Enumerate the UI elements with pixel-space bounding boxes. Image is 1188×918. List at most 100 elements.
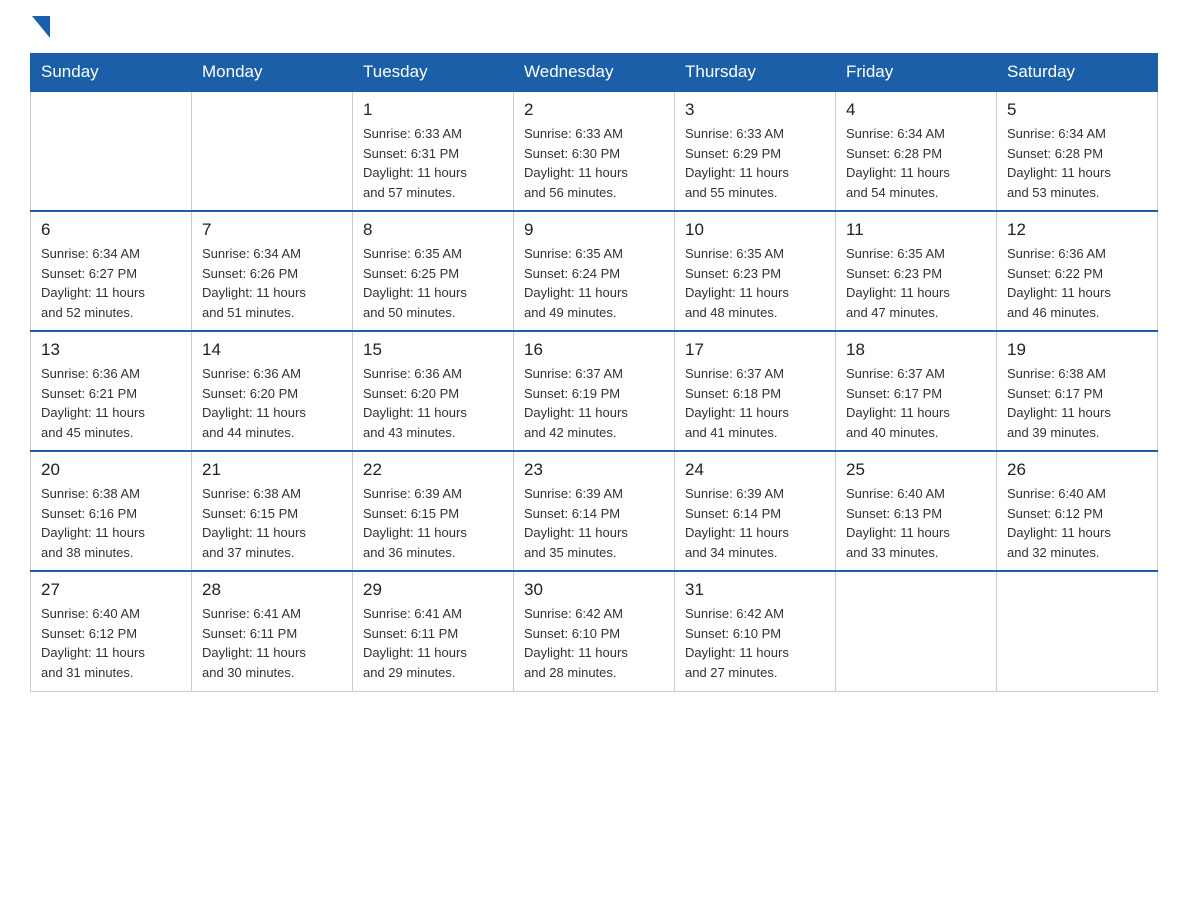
- day-info: Sunrise: 6:33 AM Sunset: 6:30 PM Dayligh…: [524, 124, 664, 202]
- logo: [30, 20, 50, 43]
- day-info: Sunrise: 6:39 AM Sunset: 6:14 PM Dayligh…: [524, 484, 664, 562]
- day-info: Sunrise: 6:35 AM Sunset: 6:24 PM Dayligh…: [524, 244, 664, 322]
- day-number: 30: [524, 580, 664, 600]
- weekday-header-thursday: Thursday: [675, 54, 836, 92]
- calendar-cell: [997, 571, 1158, 691]
- day-info: Sunrise: 6:35 AM Sunset: 6:23 PM Dayligh…: [685, 244, 825, 322]
- calendar-cell: 6Sunrise: 6:34 AM Sunset: 6:27 PM Daylig…: [31, 211, 192, 331]
- calendar-cell: [836, 571, 997, 691]
- day-info: Sunrise: 6:34 AM Sunset: 6:28 PM Dayligh…: [846, 124, 986, 202]
- calendar-cell: 16 Sunrise: 6:37 AM Sunset: 6:19 PM Dayli…: [514, 331, 675, 451]
- calendar-cell: 31Sunrise: 6:42 AM Sunset: 6:10 PM Dayli…: [675, 571, 836, 691]
- calendar-cell: 26 Sunrise: 6:40 AM Sunset: 6:12 PM Dayli…: [997, 451, 1158, 571]
- day-number: 25: [846, 460, 986, 480]
- weekday-header-tuesday: Tuesday: [353, 54, 514, 92]
- day-number: 26: [1007, 460, 1147, 480]
- day-number: 24: [685, 460, 825, 480]
- calendar-cell: 21 Sunrise: 6:38 AM Sunset: 6:15 PM Dayli…: [192, 451, 353, 571]
- weekday-header-sunday: Sunday: [31, 54, 192, 92]
- calendar-cell: 23 Sunrise: 6:39 AM Sunset: 6:14 PM Dayli…: [514, 451, 675, 571]
- calendar-cell: 19Sunrise: 6:38 AM Sunset: 6:17 PM Dayli…: [997, 331, 1158, 451]
- day-number: 15: [363, 340, 503, 360]
- day-number: 10: [685, 220, 825, 240]
- day-info: Sunrise: 6:36 AM Sunset: 6:20 PM Dayligh…: [202, 364, 342, 442]
- calendar-cell: 11Sunrise: 6:35 AM Sunset: 6:23 PM Dayli…: [836, 211, 997, 331]
- day-number: 16: [524, 340, 664, 360]
- calendar-cell: 9 Sunrise: 6:35 AM Sunset: 6:24 PM Daylig…: [514, 211, 675, 331]
- day-number: 4: [846, 100, 986, 120]
- day-info: Sunrise: 6:33 AM Sunset: 6:31 PM Dayligh…: [363, 124, 503, 202]
- day-info: Sunrise: 6:37 AM Sunset: 6:17 PM Dayligh…: [846, 364, 986, 442]
- calendar-cell: 3Sunrise: 6:33 AM Sunset: 6:29 PM Daylig…: [675, 91, 836, 211]
- day-info: Sunrise: 6:42 AM Sunset: 6:10 PM Dayligh…: [685, 604, 825, 682]
- calendar-cell: 17 Sunrise: 6:37 AM Sunset: 6:18 PM Dayli…: [675, 331, 836, 451]
- day-number: 9: [524, 220, 664, 240]
- day-info: Sunrise: 6:41 AM Sunset: 6:11 PM Dayligh…: [202, 604, 342, 682]
- calendar-cell: 7 Sunrise: 6:34 AM Sunset: 6:26 PM Daylig…: [192, 211, 353, 331]
- day-info: Sunrise: 6:38 AM Sunset: 6:16 PM Dayligh…: [41, 484, 181, 562]
- calendar-cell: 14 Sunrise: 6:36 AM Sunset: 6:20 PM Dayli…: [192, 331, 353, 451]
- calendar-cell: [31, 91, 192, 211]
- day-info: Sunrise: 6:41 AM Sunset: 6:11 PM Dayligh…: [363, 604, 503, 682]
- day-number: 14: [202, 340, 342, 360]
- day-number: 8: [363, 220, 503, 240]
- day-info: Sunrise: 6:39 AM Sunset: 6:14 PM Dayligh…: [685, 484, 825, 562]
- day-info: Sunrise: 6:34 AM Sunset: 6:26 PM Dayligh…: [202, 244, 342, 322]
- calendar-cell: 8 Sunrise: 6:35 AM Sunset: 6:25 PM Daylig…: [353, 211, 514, 331]
- day-number: 6: [41, 220, 181, 240]
- calendar-cell: 25 Sunrise: 6:40 AM Sunset: 6:13 PM Dayli…: [836, 451, 997, 571]
- logo-arrow-icon: [32, 16, 50, 43]
- calendar-cell: 12 Sunrise: 6:36 AM Sunset: 6:22 PM Dayli…: [997, 211, 1158, 331]
- day-info: Sunrise: 6:37 AM Sunset: 6:19 PM Dayligh…: [524, 364, 664, 442]
- day-info: Sunrise: 6:40 AM Sunset: 6:12 PM Dayligh…: [1007, 484, 1147, 562]
- day-info: Sunrise: 6:36 AM Sunset: 6:20 PM Dayligh…: [363, 364, 503, 442]
- day-info: Sunrise: 6:37 AM Sunset: 6:18 PM Dayligh…: [685, 364, 825, 442]
- day-number: 27: [41, 580, 181, 600]
- day-number: 17: [685, 340, 825, 360]
- calendar-cell: 1 Sunrise: 6:33 AM Sunset: 6:31 PM Daylig…: [353, 91, 514, 211]
- calendar-cell: 24 Sunrise: 6:39 AM Sunset: 6:14 PM Dayli…: [675, 451, 836, 571]
- day-info: Sunrise: 6:36 AM Sunset: 6:22 PM Dayligh…: [1007, 244, 1147, 322]
- day-info: Sunrise: 6:38 AM Sunset: 6:15 PM Dayligh…: [202, 484, 342, 562]
- weekday-header-wednesday: Wednesday: [514, 54, 675, 92]
- calendar-cell: 18 Sunrise: 6:37 AM Sunset: 6:17 PM Dayli…: [836, 331, 997, 451]
- day-info: Sunrise: 6:42 AM Sunset: 6:10 PM Dayligh…: [524, 604, 664, 682]
- calendar-week-row: 13Sunrise: 6:36 AM Sunset: 6:21 PM Dayli…: [31, 331, 1158, 451]
- calendar-week-row: 6Sunrise: 6:34 AM Sunset: 6:27 PM Daylig…: [31, 211, 1158, 331]
- weekday-header-monday: Monday: [192, 54, 353, 92]
- weekday-header-saturday: Saturday: [997, 54, 1158, 92]
- calendar-week-row: 1 Sunrise: 6:33 AM Sunset: 6:31 PM Daylig…: [31, 91, 1158, 211]
- calendar-cell: 22Sunrise: 6:39 AM Sunset: 6:15 PM Dayli…: [353, 451, 514, 571]
- day-info: Sunrise: 6:40 AM Sunset: 6:12 PM Dayligh…: [41, 604, 181, 682]
- day-number: 5: [1007, 100, 1147, 120]
- calendar-cell: [192, 91, 353, 211]
- calendar-cell: 28 Sunrise: 6:41 AM Sunset: 6:11 PM Dayli…: [192, 571, 353, 691]
- calendar-cell: 27 Sunrise: 6:40 AM Sunset: 6:12 PM Dayli…: [31, 571, 192, 691]
- weekday-header-friday: Friday: [836, 54, 997, 92]
- weekday-header-row: SundayMondayTuesdayWednesdayThursdayFrid…: [31, 54, 1158, 92]
- calendar-cell: 2 Sunrise: 6:33 AM Sunset: 6:30 PM Daylig…: [514, 91, 675, 211]
- day-number: 22: [363, 460, 503, 480]
- day-number: 1: [363, 100, 503, 120]
- day-number: 23: [524, 460, 664, 480]
- calendar-cell: 5 Sunrise: 6:34 AM Sunset: 6:28 PM Daylig…: [997, 91, 1158, 211]
- day-info: Sunrise: 6:38 AM Sunset: 6:17 PM Dayligh…: [1007, 364, 1147, 442]
- day-number: 12: [1007, 220, 1147, 240]
- calendar-cell: 30 Sunrise: 6:42 AM Sunset: 6:10 PM Dayli…: [514, 571, 675, 691]
- day-number: 2: [524, 100, 664, 120]
- calendar-cell: 4 Sunrise: 6:34 AM Sunset: 6:28 PM Daylig…: [836, 91, 997, 211]
- calendar-cell: 13Sunrise: 6:36 AM Sunset: 6:21 PM Dayli…: [31, 331, 192, 451]
- day-number: 11: [846, 220, 986, 240]
- calendar-week-row: 27 Sunrise: 6:40 AM Sunset: 6:12 PM Dayli…: [31, 571, 1158, 691]
- day-info: Sunrise: 6:34 AM Sunset: 6:28 PM Dayligh…: [1007, 124, 1147, 202]
- day-number: 7: [202, 220, 342, 240]
- day-info: Sunrise: 6:40 AM Sunset: 6:13 PM Dayligh…: [846, 484, 986, 562]
- calendar-cell: 15 Sunrise: 6:36 AM Sunset: 6:20 PM Dayli…: [353, 331, 514, 451]
- day-number: 18: [846, 340, 986, 360]
- day-info: Sunrise: 6:33 AM Sunset: 6:29 PM Dayligh…: [685, 124, 825, 202]
- day-number: 20: [41, 460, 181, 480]
- day-number: 28: [202, 580, 342, 600]
- day-number: 29: [363, 580, 503, 600]
- day-info: Sunrise: 6:35 AM Sunset: 6:25 PM Dayligh…: [363, 244, 503, 322]
- day-number: 21: [202, 460, 342, 480]
